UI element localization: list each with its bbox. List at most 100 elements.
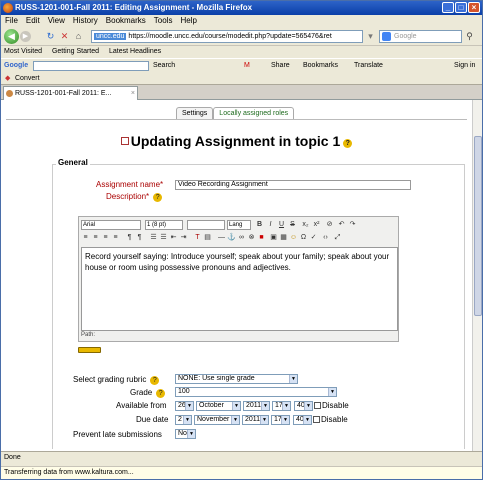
prevent-late-select[interactable]: No ▼ [175,429,196,439]
vertical-scrollbar[interactable] [472,100,482,451]
reload-icon[interactable]: ↻ [45,31,56,42]
due-month-select[interactable]: November ▼ [194,415,240,425]
horizontal-rule-icon[interactable]: — [217,233,226,243]
help-icon[interactable]: ? [343,139,353,148]
back-button[interactable]: ◀ [4,29,19,44]
grade-select[interactable]: 100 ▼ [175,387,337,397]
menu-help[interactable]: Help [176,15,200,27]
nolink-icon[interactable]: ■ [257,233,266,243]
search-icon[interactable]: ⚲ [464,31,475,42]
scrollbar-thumb[interactable] [474,136,482,316]
menu-edit[interactable]: Edit [22,15,44,27]
toolbar-share-button[interactable]: Share [271,59,290,73]
special-char-icon[interactable]: Ω [299,233,308,243]
spellcheck-icon[interactable]: ✓ [309,233,318,243]
html-source-icon[interactable]: ‹› [321,233,330,243]
text-color-icon[interactable]: T [193,233,202,243]
available-year-select[interactable]: 2011 ▼ [243,401,270,411]
subscript-icon[interactable]: x₂ [301,220,310,230]
align-left-icon[interactable]: ≡ [81,233,90,243]
checkbox-icon[interactable] [314,402,321,409]
editor-toggle-button[interactable] [78,347,101,353]
checkbox-icon[interactable] [313,416,320,423]
toolbar-signin-button[interactable]: Sign in [454,59,475,73]
description-textarea[interactable]: Record yourself saying: Introduce yourse… [81,247,398,331]
toolbar-bookmarks-button[interactable]: Bookmarks [303,59,338,73]
strikethrough-icon[interactable]: S [288,220,297,230]
due-minute-select[interactable]: 40 ▼ [293,415,312,425]
anchor-icon[interactable]: ⚓ [227,233,236,243]
justify-icon[interactable]: ≡ [111,233,120,243]
lang-select[interactable]: Lang [227,220,251,230]
settings-tabs: Settings Locally assigned roles [176,107,295,119]
gmail-icon[interactable]: M [244,59,250,73]
bullet-list-icon[interactable]: ☰ [159,233,168,243]
numbered-list-icon[interactable]: ☰ [149,233,158,243]
maximize-button[interactable]: □ [455,2,467,13]
superscript-icon[interactable]: x² [312,220,321,230]
help-icon[interactable]: ? [150,376,160,385]
close-button[interactable]: × [468,2,480,13]
link-icon[interactable]: ∞ [237,233,246,243]
assignment-name-field[interactable]: Video Recording Assignment [175,180,411,190]
toolbar-search-button[interactable]: Search [153,59,175,73]
due-day-select[interactable]: 2 ▼ [175,415,192,425]
underline-icon[interactable]: U [277,220,286,230]
align-right-icon[interactable]: ≡ [101,233,110,243]
due-day-value: 2 [178,416,182,423]
dropdown-icon[interactable]: ▾ [365,31,376,42]
menu-view[interactable]: View [44,15,69,27]
web-search-box[interactable]: Google [379,30,462,43]
align-center-icon[interactable]: ≡ [91,233,100,243]
due-disable-checkbox[interactable]: Disable [313,415,348,424]
redo-icon[interactable]: ↷ [348,220,357,230]
clean-icon[interactable]: ⊘ [325,220,334,230]
smiley-icon[interactable]: ☺ [289,233,298,243]
available-day-select[interactable]: 26 ▼ [175,401,194,411]
menu-tools[interactable]: Tools [150,15,177,27]
menu-bookmarks[interactable]: Bookmarks [102,15,150,27]
help-icon[interactable]: ? [153,193,163,202]
help-icon[interactable]: ? [156,389,166,398]
highlight-icon[interactable]: ▤ [203,233,212,243]
due-year-select[interactable]: 2011 ▼ [242,415,269,425]
available-disable-checkbox[interactable]: Disable [314,401,349,410]
browser-tab[interactable]: RUSS-1201-001-Fall 2011: E... × [3,86,138,100]
stop-icon[interactable]: ✕ [59,31,70,42]
bookmark-most-visited[interactable]: Most Visited [4,48,42,55]
bold-icon[interactable]: B [255,220,264,230]
toolbar-translate-button[interactable]: Translate [354,59,383,73]
italic-icon[interactable]: I [266,220,275,230]
available-hour-select[interactable]: 17 ▼ [272,401,291,411]
undo-icon[interactable]: ↶ [337,220,346,230]
format-select[interactable] [187,220,225,230]
indent-icon[interactable]: ⇥ [179,233,188,243]
available-minute-select[interactable]: 40 ▼ [294,401,313,411]
unlink-icon[interactable]: ⊗ [247,233,256,243]
available-month-select[interactable]: October ▼ [196,401,241,411]
tab-settings[interactable]: Settings [176,107,214,119]
table-icon[interactable]: ▦ [279,233,288,243]
google-toolbar-search[interactable] [33,61,149,71]
ltr-icon[interactable]: ¶ [125,233,134,243]
due-hour-select[interactable]: 17 ▼ [271,415,290,425]
menu-file[interactable]: File [1,15,22,27]
minimize-button[interactable]: _ [442,2,454,13]
outdent-icon[interactable]: ⇤ [169,233,178,243]
image-icon[interactable]: ▣ [269,233,278,243]
url-bar[interactable]: uncc.edu https://moodle.uncc.edu/course/m… [91,30,363,43]
site-identity[interactable]: uncc.edu [94,33,127,40]
forward-button[interactable]: ▶ [20,31,31,42]
grading-rubric-select[interactable]: NONE: Use single grade ▼ [175,374,298,384]
tab-locally-assigned-roles[interactable]: Locally assigned roles [213,107,295,119]
bookmark-getting-started[interactable]: Getting Started [52,48,99,55]
menu-history[interactable]: History [69,15,102,27]
bookmark-latest-headlines[interactable]: Latest Headlines [109,48,161,55]
home-icon[interactable]: ⌂ [73,31,84,42]
size-select[interactable]: 1 (8 pt) [145,220,183,230]
close-tab-icon[interactable]: × [131,87,135,100]
fullscreen-icon[interactable]: ⤢ [333,233,342,243]
convert-button[interactable]: Convert [15,72,40,85]
rtl-icon[interactable]: ¶ [135,233,144,243]
font-select[interactable]: Arial [81,220,141,230]
